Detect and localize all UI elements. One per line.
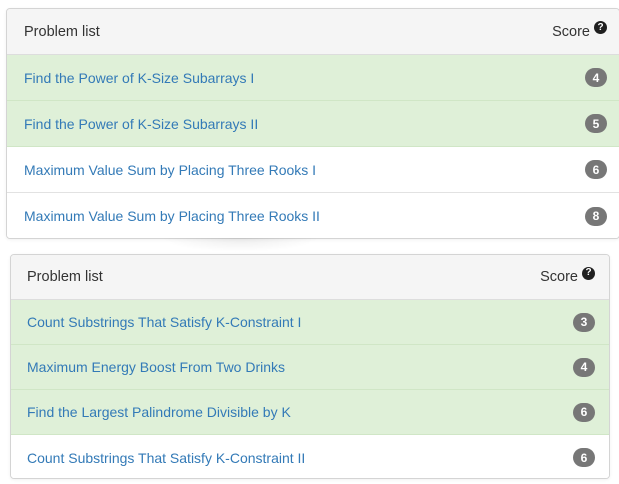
score-badge: 6 xyxy=(573,402,595,422)
score-badge: 3 xyxy=(573,312,595,332)
score-badge: 5 xyxy=(585,114,607,133)
problem-row: Maximum Value Sum by Placing Three Rooks… xyxy=(7,147,619,193)
problem-link[interactable]: Count Substrings That Satisfy K-Constrai… xyxy=(27,314,301,330)
score-label: Score xyxy=(552,23,590,40)
problem-link[interactable]: Maximum Value Sum by Placing Three Rooks… xyxy=(24,162,316,178)
problem-list-header: Problem list Score ? xyxy=(7,9,619,55)
problem-row: Find the Power of K-Size Subarrays I 4 xyxy=(7,55,619,101)
score-badge: 4 xyxy=(585,68,607,87)
score-column-header: Score ? xyxy=(540,266,595,285)
problem-list-title: Problem list xyxy=(27,269,103,285)
score-badge: 6 xyxy=(573,448,595,467)
problem-row: Maximum Energy Boost From Two Drinks 4 xyxy=(11,345,609,390)
score-label: Score xyxy=(540,269,578,285)
problem-list-title: Problem list xyxy=(24,23,100,40)
problem-list-header: Problem list Score ? xyxy=(11,255,609,300)
problem-list-panel: Problem list Score ? Find the Power of K… xyxy=(6,8,619,239)
problem-row: Find the Power of K-Size Subarrays II 5 xyxy=(7,101,619,147)
problem-link[interactable]: Count Substrings That Satisfy K-Constrai… xyxy=(27,450,305,466)
problem-link[interactable]: Maximum Value Sum by Placing Three Rooks… xyxy=(24,208,320,224)
problem-link[interactable]: Maximum Energy Boost From Two Drinks xyxy=(27,359,285,375)
problem-row: Count Substrings That Satisfy K-Constrai… xyxy=(11,300,609,345)
problem-link[interactable]: Find the Power of K-Size Subarrays I xyxy=(24,70,254,86)
question-circle-icon[interactable]: ? xyxy=(582,266,595,280)
problem-list-panel: Problem list Score ? Count Substrings Th… xyxy=(10,254,610,479)
problem-row: Maximum Value Sum by Placing Three Rooks… xyxy=(7,193,619,238)
panel-shadow xyxy=(160,238,320,252)
problem-row: Count Substrings That Satisfy K-Constrai… xyxy=(11,435,609,478)
problem-row: Find the Largest Palindrome Divisible by… xyxy=(11,390,609,435)
problem-link[interactable]: Find the Largest Palindrome Divisible by… xyxy=(27,404,291,420)
score-badge: 6 xyxy=(585,160,607,179)
score-column-header: Score ? xyxy=(552,21,607,40)
score-badge: 4 xyxy=(573,357,595,377)
problem-link[interactable]: Find the Power of K-Size Subarrays II xyxy=(24,116,258,132)
question-circle-icon[interactable]: ? xyxy=(594,21,607,34)
score-badge: 8 xyxy=(585,206,607,226)
